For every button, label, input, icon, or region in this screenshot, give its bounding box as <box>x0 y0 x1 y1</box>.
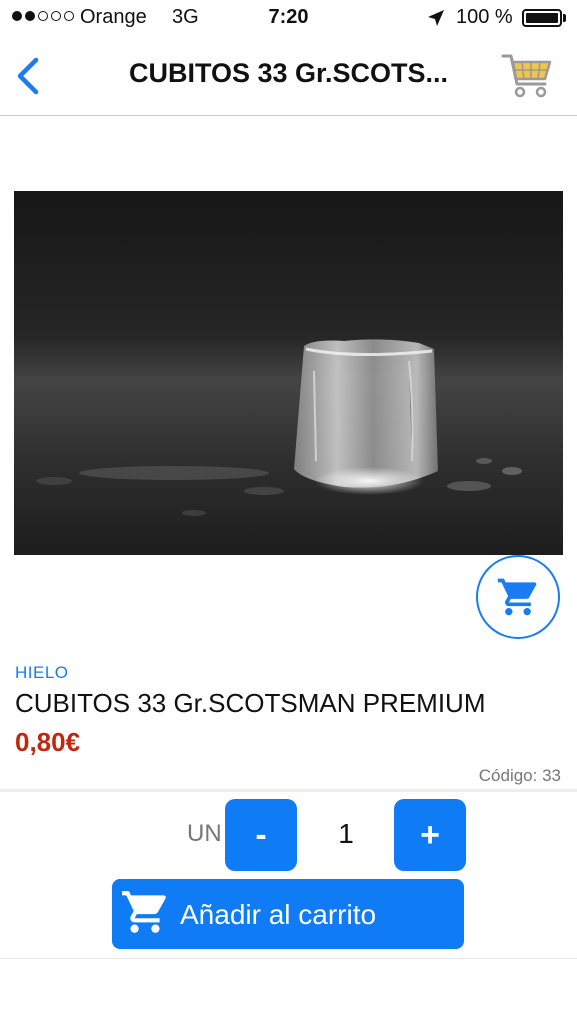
shopping-cart-icon <box>497 578 537 616</box>
decrease-quantity-button[interactable]: - <box>225 799 297 871</box>
add-to-cart-label: Añadir al carrito <box>180 899 377 930</box>
add-to-cart-button[interactable]: Añadir al carrito <box>112 879 464 949</box>
increase-quantity-button[interactable]: + <box>394 799 466 871</box>
cart-button[interactable] <box>500 48 556 102</box>
divider <box>0 789 577 792</box>
product-image <box>14 191 563 555</box>
navigation-bar: CUBITOS 33 Gr.SCOTS... <box>0 38 577 116</box>
shopping-cart-icon <box>122 891 166 933</box>
battery-tip <box>563 14 566 22</box>
location-arrow-icon <box>428 10 444 26</box>
status-bar: Orange 3G 7:20 100 % <box>0 0 577 38</box>
battery-percentage: 100 % <box>456 6 513 28</box>
chevron-left-icon <box>17 57 39 95</box>
unit-label: UN <box>187 820 222 847</box>
product-code: Código: 33 <box>478 766 561 785</box>
divider <box>0 958 577 959</box>
quick-add-cart-button[interactable] <box>476 555 560 639</box>
quantity-value[interactable]: 1 <box>300 818 392 850</box>
page-title: CUBITOS 33 Gr.SCOTS... <box>128 58 449 88</box>
product-detail-screen: Orange 3G 7:20 100 % CUBITOS 33 Gr.SCOTS… <box>0 0 577 1024</box>
shopping-cart-icon <box>501 54 552 98</box>
product-name: CUBITOS 33 Gr.SCOTSMAN PREMIUM <box>15 688 486 718</box>
product-price: 0,80€ <box>15 727 81 757</box>
back-button[interactable] <box>10 52 46 100</box>
battery-icon <box>522 9 562 27</box>
product-category: HIELO <box>15 663 69 682</box>
